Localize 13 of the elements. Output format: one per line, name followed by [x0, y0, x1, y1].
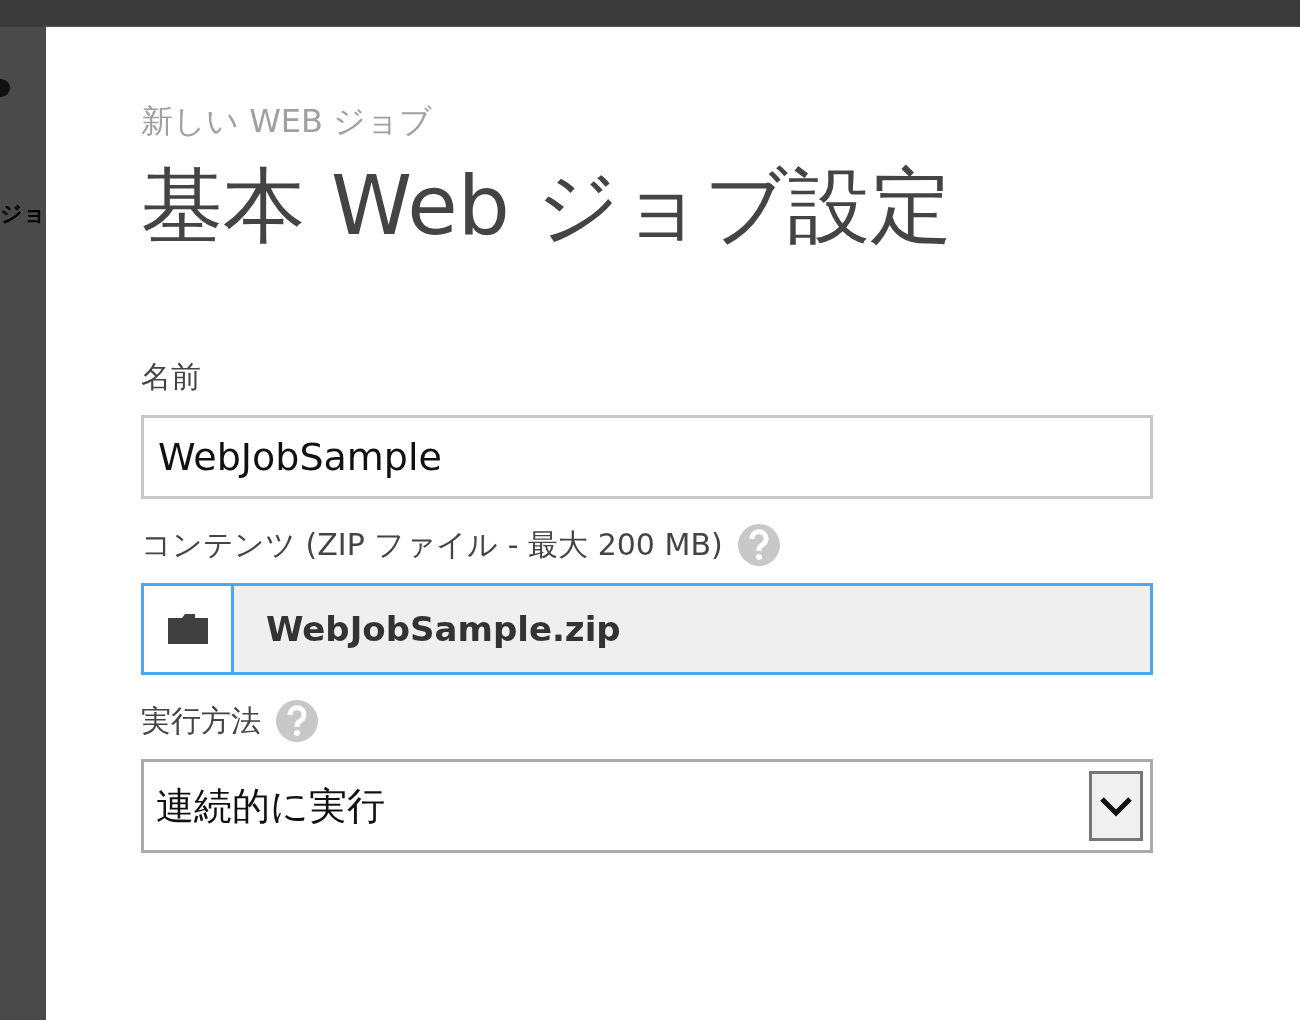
- field-label: 名前: [141, 357, 201, 396]
- dropdown-button[interactable]: [1089, 771, 1143, 841]
- name-input[interactable]: WebJobSample: [141, 415, 1153, 499]
- dialog-subtitle: 新しい WEB ジョブ: [141, 105, 434, 137]
- file-name: WebJobSample.zip: [266, 609, 621, 649]
- browse-button[interactable]: [144, 586, 234, 672]
- file-field[interactable]: WebJobSample.zip: [141, 583, 1153, 675]
- field-label: 実行方法: [141, 701, 261, 740]
- folder-icon: [165, 612, 210, 646]
- dialog-title: 基本 Web ジョブ設定: [141, 165, 953, 247]
- run-mode-dropdown[interactable]: 連続的に実行: [141, 759, 1153, 853]
- field-label: コンテンツ (ZIP ファイル - 最大 200 MB): [141, 525, 723, 564]
- partial-text: ジョ: [0, 200, 46, 228]
